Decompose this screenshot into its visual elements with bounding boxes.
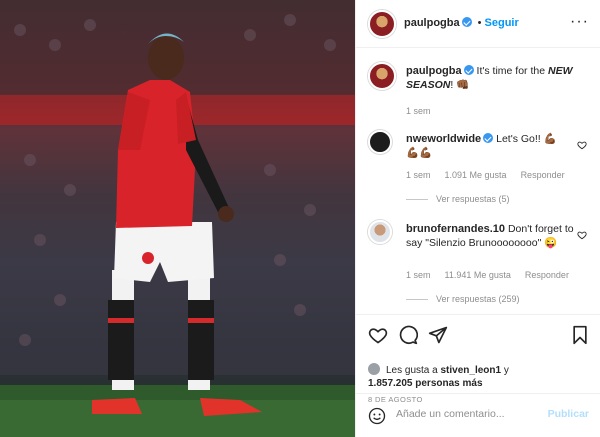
emoji-smiley-icon[interactable] <box>368 407 386 425</box>
comments-list: paulpogba It's time for the NEW SEASON! … <box>356 48 600 313</box>
comment-meta: 1 sem 11.941 Me gusta Responder <box>406 270 583 280</box>
author-avatar[interactable] <box>368 10 396 38</box>
likes-count[interactable]: 1.857.205 personas más <box>368 378 483 389</box>
like-comment-icon[interactable] <box>577 230 587 240</box>
post-panel: paulpogba • Seguir ··· paulpogba It's tim… <box>355 0 600 437</box>
comment-meta: 1 sem 1.091 Me gusta Responder <box>406 170 579 180</box>
liker-avatar[interactable] <box>368 363 380 375</box>
caption-time[interactable]: 1 sem <box>406 106 431 116</box>
caption: paulpogba It's time for the NEW SEASON! … <box>368 62 593 122</box>
caption-username[interactable]: paulpogba <box>406 65 462 77</box>
author-username[interactable]: paulpogba <box>404 17 460 29</box>
separator-dot: • <box>477 17 482 29</box>
comment-text: nweworldwide Let's Go!! 💪🏾 💪🏾💪🏾 <box>406 132 576 160</box>
more-options-icon[interactable]: ··· <box>570 13 589 31</box>
comment-input[interactable]: Añade un comentario... <box>396 408 505 420</box>
view-replies-button[interactable]: Ver respuestas (5) <box>406 194 510 204</box>
comment-text: brunofernandes.10 Don't forget to say "S… <box>406 222 576 250</box>
verified-badge-icon <box>463 65 474 75</box>
player-photo <box>0 0 355 437</box>
author-line: paulpogba • Seguir <box>404 17 519 29</box>
caption-text: paulpogba It's time for the NEW SEASON! … <box>406 64 576 92</box>
comment-item: brunofernandes.10 Don't forget to say "S… <box>368 220 593 306</box>
comment-item: nweworldwide Let's Go!! 💪🏾 💪🏾💪🏾 1 sem 1.0… <box>368 130 593 210</box>
caption-text-plain: It's time for the <box>476 65 548 77</box>
comment-avatar[interactable] <box>368 220 392 244</box>
follow-button[interactable]: Seguir <box>485 17 519 29</box>
view-replies-button[interactable]: Ver respuestas (259) <box>406 294 520 304</box>
likes-summary: Les gusta a stiven_leon1 y 1.857.205 per… <box>368 363 509 390</box>
fist-emoji: 👊🏾 <box>456 79 470 91</box>
comment-body-line2: 💪🏾💪🏾 <box>406 147 433 159</box>
comment-avatar[interactable] <box>368 130 392 154</box>
comment-username[interactable]: nweworldwide <box>406 133 481 145</box>
like-heart-icon[interactable] <box>368 325 388 345</box>
comment-time[interactable]: 1 sem <box>406 170 431 180</box>
caption-avatar[interactable] <box>368 62 396 90</box>
reply-button[interactable]: Responder <box>525 270 569 280</box>
reply-button[interactable]: Responder <box>521 170 565 180</box>
comment-username[interactable]: brunofernandes.10 <box>406 223 505 235</box>
caption-meta: 1 sem <box>406 106 445 116</box>
like-comment-icon[interactable] <box>577 140 587 150</box>
comment-time[interactable]: 1 sem <box>406 270 431 280</box>
liker-username[interactable]: stiven_leon1 <box>440 365 501 376</box>
verified-badge-icon <box>483 133 494 143</box>
comment-likes[interactable]: 11.941 Me gusta <box>445 270 511 280</box>
likes-mid: y <box>501 365 509 376</box>
post-photo[interactable] <box>0 0 355 437</box>
comment-body: Let's Go!! 💪🏾 <box>496 133 557 145</box>
publish-button[interactable]: Publicar <box>548 408 589 420</box>
comment-bubble-icon[interactable] <box>398 325 418 345</box>
comment-likes[interactable]: 1.091 Me gusta <box>445 170 507 180</box>
save-bookmark-icon[interactable] <box>571 325 589 345</box>
verified-badge-icon <box>461 17 472 27</box>
add-comment-bar: Añade un comentario... Publicar <box>356 393 600 437</box>
share-paper-plane-icon[interactable] <box>428 325 448 345</box>
likes-prefix: Les gusta a <box>386 365 441 376</box>
post-header: paulpogba • Seguir ··· <box>356 0 600 48</box>
